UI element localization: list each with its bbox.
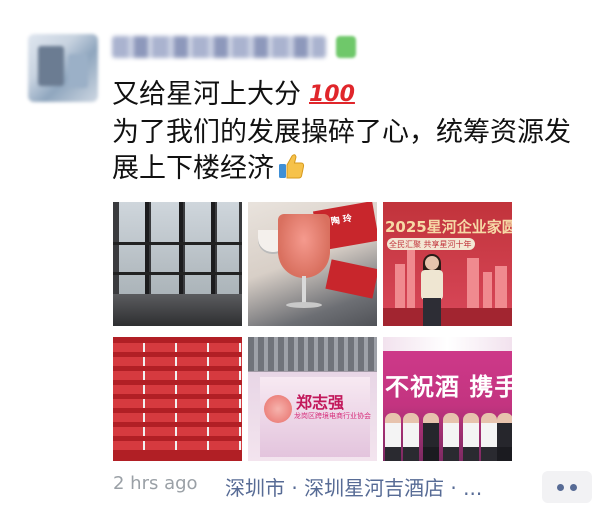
skyline-tower [467, 258, 479, 310]
person-figure [403, 413, 419, 461]
username-blurred[interactable] [112, 36, 326, 58]
speaker-photo [264, 395, 292, 423]
photo-building[interactable] [113, 202, 242, 326]
photo-stage-group[interactable]: 不祝酒 携手共 [383, 337, 512, 461]
more-dots-icon [557, 483, 564, 491]
photo-red-boxes[interactable] [113, 337, 242, 461]
person-figure [385, 413, 401, 461]
box-row [113, 357, 242, 366]
banner-title: 2025星河企业家圆层酒 [385, 218, 512, 236]
box-row [113, 371, 242, 380]
post-text-line3: 展上下楼经济 [112, 153, 274, 184]
box-row [113, 343, 242, 352]
badge-icon [336, 36, 356, 58]
box-row [113, 441, 242, 450]
floor [113, 294, 242, 326]
person-figure [443, 413, 459, 461]
person-figure [481, 413, 497, 461]
avatar-shape [38, 46, 64, 86]
more-dots-icon [570, 483, 577, 491]
skirt [423, 298, 441, 326]
box-row [113, 385, 242, 394]
photo-stage-banner[interactable]: 2025星河企业家圆层酒 全民汇聚 共享星河十年 [383, 202, 512, 326]
glass-base [286, 302, 322, 308]
speaker-figure [419, 254, 445, 326]
screen-name: 郑志强 [296, 393, 345, 412]
person-figure [497, 413, 512, 461]
thumbs-up-icon [279, 154, 305, 179]
frame-sill [113, 242, 242, 245]
glass-stem [302, 276, 306, 304]
skyline-tower [483, 272, 492, 310]
avatar[interactable] [28, 34, 98, 102]
banner-top [383, 337, 512, 351]
post-text-line1: 又给星河上大分 [112, 79, 301, 110]
stage-banner-text: 不祝酒 携手共 [385, 373, 512, 401]
box-row [113, 399, 242, 408]
coat [421, 270, 443, 300]
photo-speaker-screen[interactable]: 郑志强 龙岗区跨境电商行业协会 [248, 337, 377, 461]
post-line-2: 为了我们的发展操碎了心，统筹资源发 [112, 117, 571, 148]
head [425, 256, 439, 270]
skyline-tower [407, 250, 415, 310]
box-row [113, 427, 242, 436]
avatar-shape [68, 54, 88, 88]
cocktail-glass [278, 214, 330, 278]
post-line-3: 展上下楼经济 [112, 151, 306, 186]
more-button[interactable] [542, 471, 592, 503]
frame-sill [113, 272, 242, 275]
person-figure [423, 413, 439, 461]
person-figure [463, 413, 479, 461]
post-location[interactable]: 深圳市 · 深圳星河吉酒店 · ... [225, 472, 482, 501]
post-line-1: 又给星河上大分 100 [112, 78, 355, 114]
hundred-points-icon: 100 [309, 82, 355, 107]
screen-subtitle: 龙岗区跨境电商行业协会 [294, 412, 371, 420]
skyline-tower [395, 264, 405, 310]
name-card-text: 陶 玲 [330, 213, 353, 228]
box-row [113, 413, 242, 422]
photo-drink[interactable]: 陶 玲 [248, 202, 377, 326]
banner-subtitle: 全民汇聚 共享星河十年 [389, 240, 472, 249]
post-time: 2 hrs ago [113, 473, 198, 494]
stage-floor [383, 308, 512, 326]
ceiling [248, 337, 377, 371]
name-card [325, 259, 377, 299]
skyline-tower [495, 266, 507, 310]
